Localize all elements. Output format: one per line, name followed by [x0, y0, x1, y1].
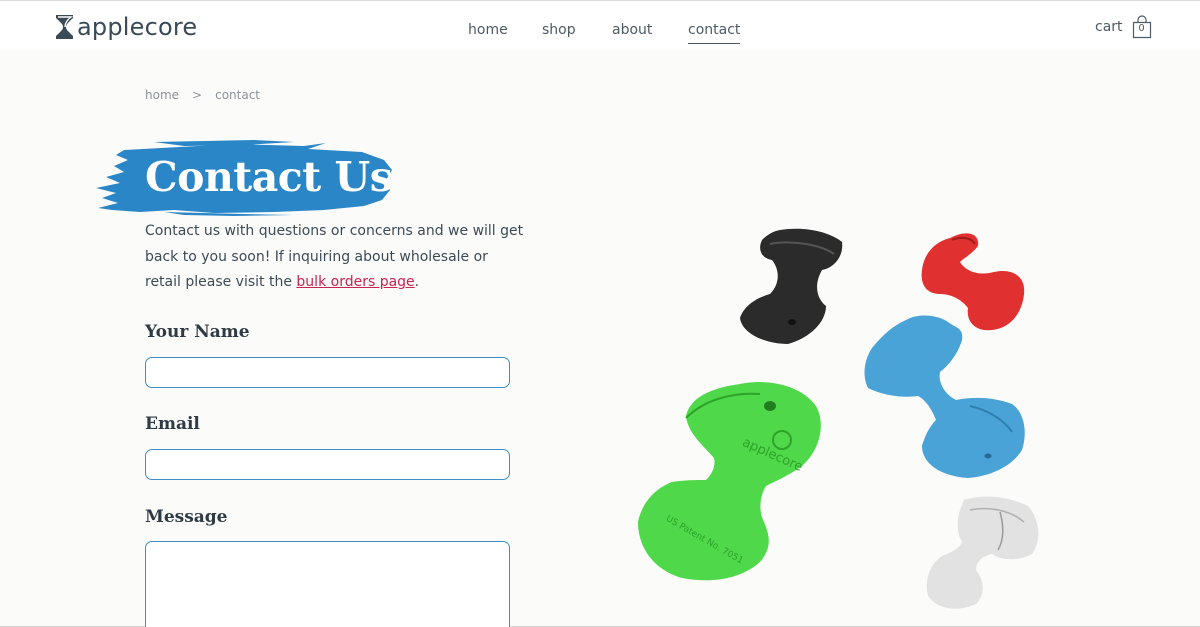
intro-text: Contact us with questions or concerns an…	[145, 219, 525, 296]
breadcrumb-home[interactable]: home	[145, 88, 179, 102]
nav-about-link[interactable]: about	[612, 22, 652, 38]
cart-label: cart	[1095, 19, 1123, 35]
logo[interactable]: applecore	[55, 12, 197, 42]
name-input[interactable]	[145, 357, 510, 388]
nav-shop-link[interactable]: shop	[542, 22, 576, 38]
page-title: Contact Us	[145, 153, 393, 201]
red-cord-wrap-shape	[921, 233, 1025, 331]
nav-home-link[interactable]: home	[468, 22, 508, 38]
applecore-logo-icon	[56, 15, 74, 39]
breadcrumb-separator: >	[192, 88, 203, 102]
white-cord-wrap-shape	[926, 496, 1039, 609]
nav-home[interactable]: home	[468, 22, 508, 42]
nav-contact[interactable]: contact	[688, 22, 741, 44]
brand-name: applecore	[77, 13, 198, 41]
message-textarea[interactable]	[145, 541, 510, 627]
intro-end: .	[414, 274, 420, 290]
email-label: Email	[145, 414, 200, 434]
blue-cord-wrap-shape	[864, 315, 1025, 478]
product-image: applecore US Patent No. 7051	[638, 228, 1039, 609]
email-input[interactable]	[145, 449, 510, 480]
black-cord-wrap-shape	[740, 228, 843, 344]
breadcrumb: home > contact	[145, 88, 260, 102]
message-label: Message	[145, 507, 228, 527]
nav-contact-link[interactable]: contact	[688, 22, 740, 38]
site-header: applecore home shop about contact cart 0	[0, 0, 1200, 49]
nav-about[interactable]: about	[612, 22, 652, 42]
nav-shop[interactable]: shop	[542, 22, 576, 42]
cart-bag-icon: 0	[1132, 15, 1152, 39]
page: applecore home shop about contact cart 0…	[0, 0, 1200, 627]
page-title-banner: Contact Us	[94, 140, 394, 216]
cart-link[interactable]: cart 0	[1095, 14, 1152, 40]
name-label: Your Name	[145, 322, 250, 342]
breadcrumb-current: contact	[215, 88, 260, 102]
bulk-orders-link[interactable]: bulk orders page	[296, 274, 414, 290]
cart-count: 0	[1138, 23, 1145, 34]
green-cord-wrap-shape: applecore US Patent No. 7051	[638, 382, 821, 581]
